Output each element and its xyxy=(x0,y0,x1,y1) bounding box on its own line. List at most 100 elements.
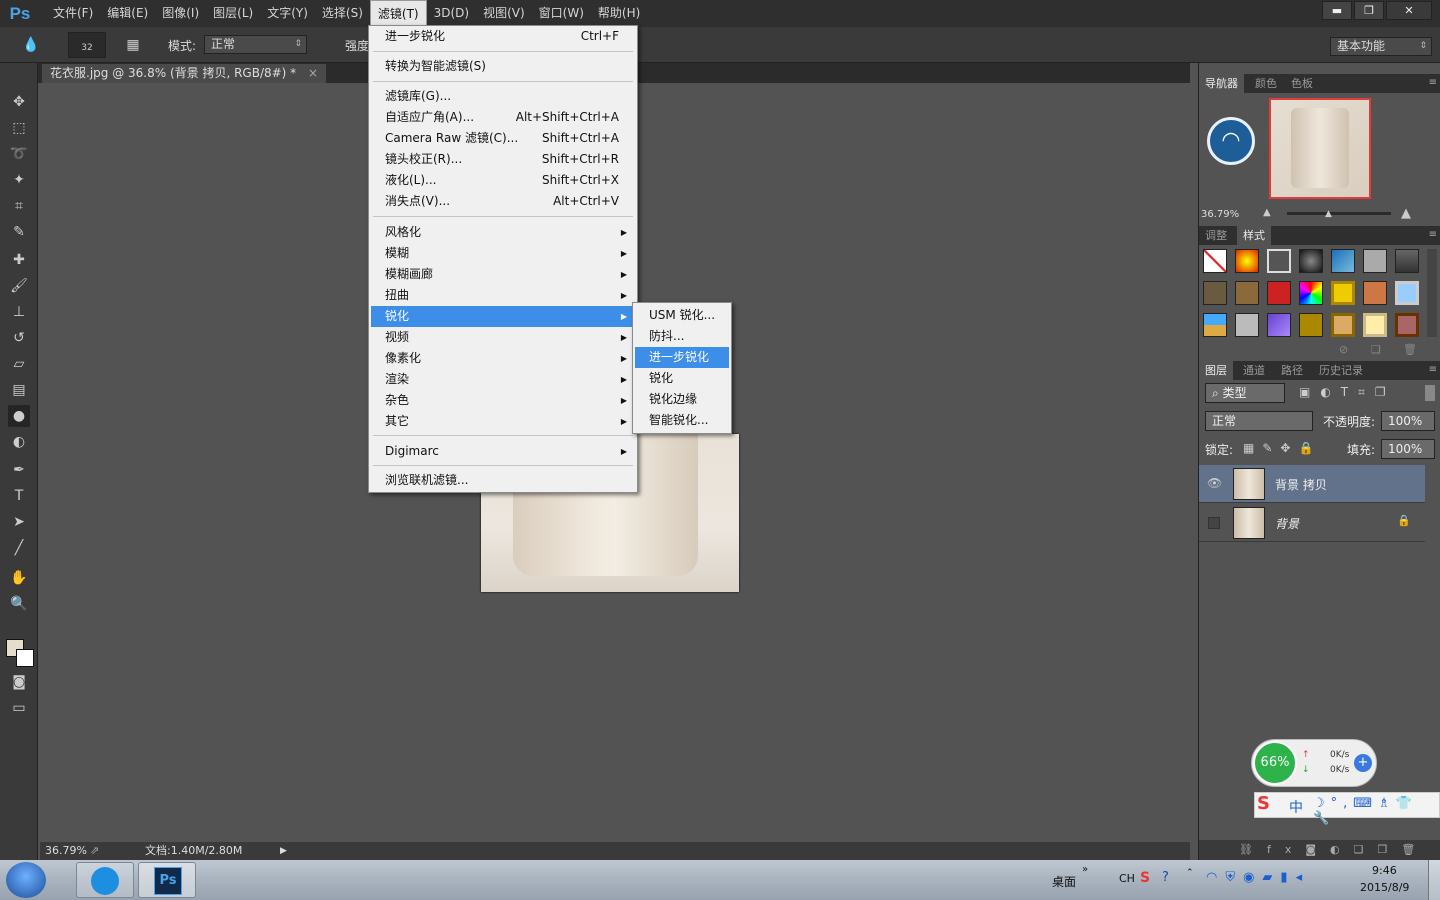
tab-channels[interactable]: 通道 xyxy=(1237,361,1271,380)
dodge-tool-icon[interactable]: ◐ xyxy=(8,431,30,453)
net-speed-widget[interactable]: 66% ↑ ↓ 0K/s 0K/s + xyxy=(1251,739,1377,787)
wifi-icon[interactable]: ◠ xyxy=(1207,117,1255,165)
style-swatch[interactable] xyxy=(1395,281,1419,305)
blend-mode-select[interactable]: 正常 xyxy=(1205,411,1313,431)
tab-swatches[interactable]: 色板 xyxy=(1285,74,1319,93)
menu-item-other[interactable]: 其它 ▶ xyxy=(371,411,635,432)
status-menu-arrow-icon[interactable]: ▶ xyxy=(280,842,287,860)
tray-icons[interactable]: ◠⛨◉▰▮◂ xyxy=(1206,870,1310,885)
menu-item-sharpen[interactable]: 锐化 ▶ xyxy=(371,306,635,327)
style-swatch[interactable] xyxy=(1299,313,1323,337)
eye-icon[interactable]: 👁 xyxy=(1207,476,1222,490)
taskbar-app-browser[interactable] xyxy=(76,862,134,898)
menu-view[interactable]: 视图(V) xyxy=(476,0,532,27)
clock-date[interactable]: 2015/8/9 xyxy=(1360,881,1409,894)
layer-filter-select[interactable]: ⌕ 类型 xyxy=(1205,383,1285,403)
restore-button[interactable]: ❐ xyxy=(1354,1,1384,20)
zoom-readout[interactable]: 36.79% xyxy=(45,842,87,860)
style-swatch[interactable] xyxy=(1203,281,1227,305)
tab-paths[interactable]: 路径 xyxy=(1275,361,1309,380)
ime-mode[interactable]: 中 xyxy=(1289,797,1303,817)
style-swatch[interactable] xyxy=(1363,281,1387,305)
marquee-tool-icon[interactable]: ⬚ xyxy=(8,117,30,139)
new-style-icon[interactable]: ❏ xyxy=(1371,343,1381,356)
tab-layers[interactable]: 图层 xyxy=(1199,361,1233,380)
menu-layer[interactable]: 图层(L) xyxy=(206,0,260,27)
screen-mode-icon[interactable]: ▭ xyxy=(8,697,30,719)
style-swatch[interactable] xyxy=(1267,249,1291,273)
tab-navigator[interactable]: 导航器 xyxy=(1199,74,1244,93)
zoom-slider[interactable] xyxy=(1287,212,1391,215)
menu-file[interactable]: 文件(F) xyxy=(46,0,100,27)
style-swatch[interactable] xyxy=(1267,313,1291,337)
close-button[interactable]: ✕ xyxy=(1386,1,1432,20)
menu-item-liquify[interactable]: 液化(L)... Shift+Ctrl+X xyxy=(371,170,635,191)
submenu-item-sharpen[interactable]: 锐化 xyxy=(635,368,729,389)
zoom-slider-handle[interactable]: ▲ xyxy=(1325,209,1332,219)
style-swatch[interactable] xyxy=(1235,249,1259,273)
workspace-select[interactable]: 基本功能 xyxy=(1330,37,1432,56)
menu-item-blur[interactable]: 模糊 ▶ xyxy=(371,243,635,264)
blur-tool-icon[interactable]: ● xyxy=(8,405,30,427)
desktop-toolbar[interactable]: 桌面 xyxy=(1052,873,1076,890)
export-icon[interactable]: ⇗ xyxy=(90,842,99,860)
tab-styles[interactable]: 样式 xyxy=(1237,226,1271,245)
menu-item-noise[interactable]: 杂色 ▶ xyxy=(371,390,635,411)
menu-image[interactable]: 图像(I) xyxy=(155,0,206,27)
menu-window[interactable]: 窗口(W) xyxy=(532,0,591,27)
filter-toggle[interactable] xyxy=(1425,385,1435,401)
brush-tool-icon[interactable]: 🖌 xyxy=(8,275,30,297)
move-tool-icon[interactable]: ✥ xyxy=(8,91,30,113)
style-swatch[interactable] xyxy=(1331,313,1355,337)
expand-icon[interactable]: » xyxy=(1082,864,1088,875)
menu-item-smart-filter[interactable]: 转换为智能滤镜(S) xyxy=(371,56,635,77)
history-brush-icon[interactable]: ↺ xyxy=(8,327,30,349)
submenu-item-shake-reduction[interactable]: 防抖... xyxy=(635,326,729,347)
navigator-zoom[interactable]: 36.79% xyxy=(1201,209,1239,220)
style-swatch[interactable] xyxy=(1363,313,1387,337)
tab-adjustments[interactable]: 调整 xyxy=(1199,226,1233,245)
crop-tool-icon[interactable]: ⌗ xyxy=(8,195,30,217)
gradient-tool-icon[interactable]: ▤ xyxy=(8,379,30,401)
style-swatch[interactable] xyxy=(1267,281,1291,305)
fill-input[interactable]: 100% xyxy=(1381,439,1435,459)
pen-tool-icon[interactable]: ✒ xyxy=(8,459,30,481)
hand-tool-icon[interactable]: ✋ xyxy=(8,567,30,589)
document-tab[interactable]: 花衣服.jpg @ 36.8% (背景 拷贝, RGB/8#) * × xyxy=(42,64,327,83)
quick-mask-icon[interactable]: ◙ xyxy=(8,671,30,693)
menu-item-digimarc[interactable]: Digimarc ▶ xyxy=(371,441,635,462)
line-tool-icon[interactable]: ╱ xyxy=(8,537,30,559)
submenu-item-sharpen-more[interactable]: 进一步锐化 xyxy=(635,347,729,368)
panel-menu-icon[interactable]: ≡ xyxy=(1429,77,1437,88)
style-swatch[interactable] xyxy=(1395,249,1419,273)
submenu-item-usm[interactable]: USM 锐化... xyxy=(635,305,729,326)
tab-history[interactable]: 历史记录 xyxy=(1313,361,1369,380)
stamp-tool-icon[interactable]: ⊥ xyxy=(8,301,30,323)
panel-menu-icon[interactable]: ≡ xyxy=(1429,364,1437,375)
path-select-icon[interactable]: ➤ xyxy=(8,511,30,533)
clear-style-icon[interactable]: ⊘ xyxy=(1339,343,1348,356)
opacity-input[interactable]: 100% xyxy=(1381,411,1435,431)
style-swatch[interactable] xyxy=(1395,313,1419,337)
menu-3d[interactable]: 3D(D) xyxy=(427,0,476,27)
style-none[interactable] xyxy=(1203,249,1227,273)
layer-row[interactable]: 👁 背景 拷贝 xyxy=(1199,465,1425,503)
delete-style-icon[interactable]: 🗑 xyxy=(1403,343,1417,356)
eraser-tool-icon[interactable]: ▱ xyxy=(8,353,30,375)
style-swatch[interactable] xyxy=(1331,281,1355,305)
submenu-item-sharpen-edges[interactable]: 锐化边缘 xyxy=(635,389,729,410)
style-swatch[interactable] xyxy=(1363,249,1387,273)
blur-tool-icon[interactable]: 💧 xyxy=(20,34,42,56)
menu-item-pixelate[interactable]: 像素化 ▶ xyxy=(371,348,635,369)
clock-time[interactable]: 9:46 xyxy=(1372,864,1397,877)
style-swatch[interactable] xyxy=(1235,281,1259,305)
type-tool-icon[interactable]: T xyxy=(8,485,30,507)
menu-help[interactable]: 帮助(H) xyxy=(591,0,647,27)
menu-item-render[interactable]: 渲染 ▶ xyxy=(371,369,635,390)
visibility-toggle[interactable] xyxy=(1208,517,1220,529)
tray-expand-icon[interactable]: ⌃ xyxy=(1186,868,1194,878)
language-indicator[interactable]: CH xyxy=(1119,872,1135,885)
lasso-tool-icon[interactable]: ➰ xyxy=(8,143,30,165)
help-tray-icon[interactable]: ? xyxy=(1162,870,1169,885)
menu-filter[interactable]: 滤镜(T) xyxy=(369,0,427,27)
